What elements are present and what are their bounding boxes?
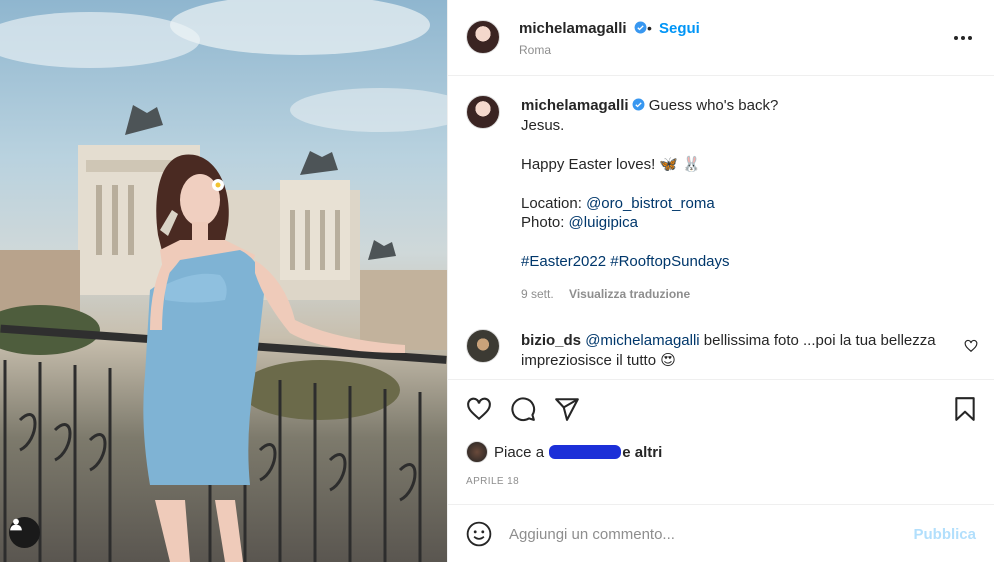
comment-like-heart-icon[interactable] — [964, 339, 978, 353]
comment-item: bizio_ds @michelamagalli bellissima foto… — [521, 331, 961, 371]
publish-button[interactable]: Pubblica — [913, 526, 976, 543]
caption-username[interactable]: michelamagalli — [521, 97, 629, 114]
post-location[interactable]: Roma — [519, 43, 551, 57]
author-username[interactable]: michelamagalli — [519, 20, 627, 37]
author-username-block: michelamagalli — [519, 20, 647, 38]
share-icon[interactable] — [554, 396, 580, 422]
verified-badge-icon — [632, 98, 645, 111]
caption-photo-line: Photo: @luigipica — [521, 213, 971, 233]
likes-prefix: Piace a — [494, 443, 545, 461]
commenter-avatar[interactable] — [466, 329, 500, 363]
header-separator: • — [647, 20, 652, 36]
more-options-button[interactable] — [951, 26, 975, 50]
user-tag-button[interactable] — [9, 517, 40, 548]
photographer-mention-link[interactable]: @luigipica — [569, 214, 638, 231]
caption-photo-label: Photo: — [521, 214, 565, 231]
commenter-username[interactable]: bizio_ds — [521, 332, 581, 349]
bookmark-icon[interactable] — [952, 396, 978, 422]
author-avatar[interactable] — [466, 20, 500, 54]
caption-location-line: Location: @oro_bistrot_roma — [521, 194, 971, 214]
photo-illustration — [0, 0, 447, 562]
add-comment-bar: Pubblica — [448, 504, 994, 562]
caption-time[interactable]: 9 sett. — [521, 287, 554, 301]
likes-summary: Piace a e altri — [466, 441, 662, 463]
verified-badge-icon — [634, 21, 647, 34]
comment-mention-link[interactable]: @michelamagalli — [585, 332, 699, 349]
caption-author-avatar[interactable] — [466, 95, 500, 129]
post-caption: michelamagalli Guess who's back? Jesus. … — [521, 96, 971, 272]
emoji-icon[interactable] — [466, 521, 492, 547]
location-mention-link[interactable]: @oro_bistrot_roma — [586, 195, 715, 212]
post-actions-bar — [448, 379, 994, 437]
caption-location-label: Location: — [521, 194, 582, 212]
caption-line — [521, 135, 971, 155]
post-date[interactable]: APRILE 18 — [466, 476, 519, 487]
caption-line: Jesus. — [521, 116, 565, 134]
hashtag-link[interactable]: #RooftopSundays — [610, 253, 729, 270]
caption-line: Guess who's back? — [648, 97, 779, 114]
redacted-liker-name — [549, 445, 622, 459]
more-options-icon — [954, 36, 972, 40]
hashtag-link[interactable]: #Easter2022 — [521, 253, 606, 270]
post-header: michelamagalli • Segui Roma — [448, 0, 994, 76]
comment-input[interactable] — [509, 523, 889, 545]
user-tag-icon — [10, 518, 22, 531]
post-details-panel: michelamagalli • Segui Roma michelamagal… — [447, 0, 994, 562]
likes-others-link[interactable]: e altri — [622, 444, 662, 461]
comment-icon[interactable] — [510, 396, 536, 422]
caption-line: Happy Easter loves! 🦋 🐰 — [521, 155, 701, 173]
caption-line — [521, 174, 971, 194]
post-photo[interactable] — [0, 0, 447, 562]
comment-text: bellissima foto ...poi la tua bellezza i… — [521, 332, 936, 369]
liker-avatar[interactable] — [466, 441, 488, 463]
translate-button[interactable]: Visualizza traduzione — [569, 287, 690, 301]
caption-hashtags: #Easter2022 #RooftopSundays — [521, 252, 971, 272]
heart-icon[interactable] — [466, 396, 492, 422]
caption-meta: 9 sett. Visualizza traduzione — [521, 287, 690, 301]
follow-button[interactable]: Segui — [659, 20, 700, 37]
